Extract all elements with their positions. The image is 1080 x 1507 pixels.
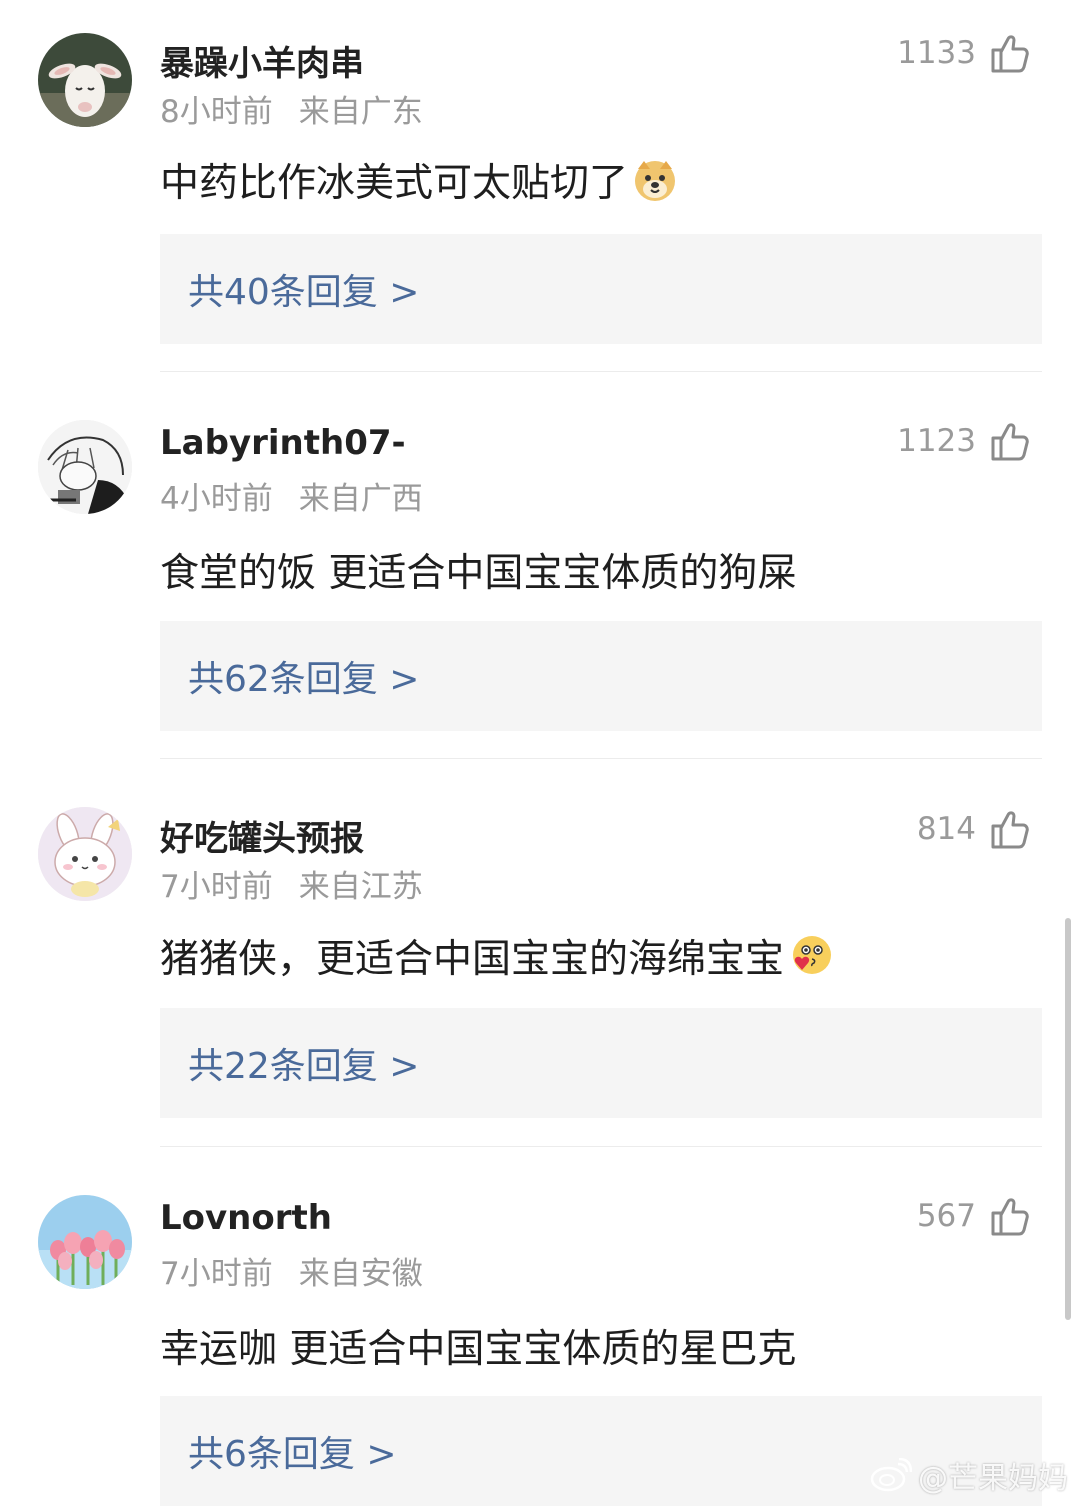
like-count: 567: [916, 1198, 976, 1234]
view-replies-button[interactable]: 共40条回复 >: [160, 234, 1042, 344]
reply-count-link: 共62条回复 >: [188, 659, 420, 700]
comment-time: 4小时前: [160, 481, 273, 517]
comment-location: 来自广西: [298, 481, 423, 517]
thumbs-up-icon: [991, 35, 1029, 73]
comment-location: 来自江苏: [298, 869, 423, 905]
watermark-text: @芒果妈妈: [918, 1461, 1068, 1496]
like-button[interactable]: 1123: [897, 420, 1030, 462]
username[interactable]: 好吃罐头预报: [160, 811, 364, 860]
thumbs-up-icon: [991, 1198, 1029, 1236]
comment-text: 中药比作冰美式可太贴切了: [160, 152, 678, 208]
comment-text: 猪猪侠，更适合中国宝宝的海绵宝宝: [160, 928, 834, 984]
reply-count-link: 共6条回复 >: [188, 1434, 397, 1475]
username[interactable]: Lovnorth: [160, 1198, 332, 1238]
tulips-avatar-image: [38, 1195, 132, 1289]
comment-meta: 4小时前 来自广西: [160, 473, 423, 518]
scrollbar[interactable]: [1065, 918, 1071, 1320]
comment-time: 7小时前: [160, 1256, 273, 1292]
comment-meta: 8小时前 来自广东: [160, 86, 423, 131]
divider: [160, 1146, 1042, 1147]
view-replies-button[interactable]: 共62条回复 >: [160, 621, 1042, 731]
comment-text: 幸运咖 更适合中国宝宝体质的星巴克: [160, 1318, 796, 1374]
like-count: 1133: [897, 35, 976, 71]
like-button[interactable]: 1133: [897, 32, 1030, 74]
thumbs-up-icon: [991, 423, 1029, 461]
like-count: 1123: [897, 423, 976, 459]
username[interactable]: Labyrinth07-: [160, 423, 406, 463]
doge-emoji-icon: [632, 157, 678, 203]
avatar[interactable]: [38, 1195, 132, 1289]
comment-text: 食堂的饭 更适合中国宝宝体质的狗屎: [160, 542, 796, 598]
heart-face-emoji-icon: [788, 933, 834, 979]
goat-avatar-image: [38, 33, 132, 127]
comment-text-body: 幸运咖 更适合中国宝宝体质的星巴克: [160, 1327, 797, 1372]
reply-count-link: 共22条回复 >: [188, 1046, 420, 1087]
divider: [160, 371, 1042, 372]
watermark: @芒果妈妈: [870, 1453, 1068, 1497]
comment-text-body: 食堂的饭 更适合中国宝宝体质的狗屎: [160, 551, 797, 596]
like-button[interactable]: 567: [917, 1195, 1030, 1237]
divider: [160, 758, 1042, 759]
weibo-logo-icon: [870, 1458, 912, 1492]
username[interactable]: 暴躁小羊肉串: [160, 36, 364, 85]
view-replies-button[interactable]: 共22条回复 >: [160, 1008, 1042, 1118]
comment-location: 来自广东: [298, 94, 423, 130]
comment-time: 7小时前: [160, 869, 273, 905]
bunny-cartoon-avatar-image: [38, 807, 132, 901]
comment-meta: 7小时前 来自江苏: [160, 861, 423, 906]
comment-location: 来自安徽: [298, 1256, 423, 1292]
comment-meta: 7小时前 来自安徽: [160, 1248, 423, 1293]
comment-text-body: 中药比作冰美式可太贴切了: [160, 161, 629, 206]
comment-time: 8小时前: [160, 94, 273, 130]
like-button[interactable]: 814: [917, 808, 1030, 850]
comment-text-body: 猪猪侠，更适合中国宝宝的海绵宝宝: [160, 937, 785, 982]
thumbs-up-icon: [991, 811, 1029, 849]
like-count: 814: [916, 811, 976, 847]
reply-count-link: 共40条回复 >: [188, 272, 420, 313]
avatar[interactable]: [38, 420, 132, 514]
anime-sketch-avatar-image: [38, 420, 132, 514]
avatar[interactable]: [38, 807, 132, 901]
avatar[interactable]: [38, 33, 132, 127]
